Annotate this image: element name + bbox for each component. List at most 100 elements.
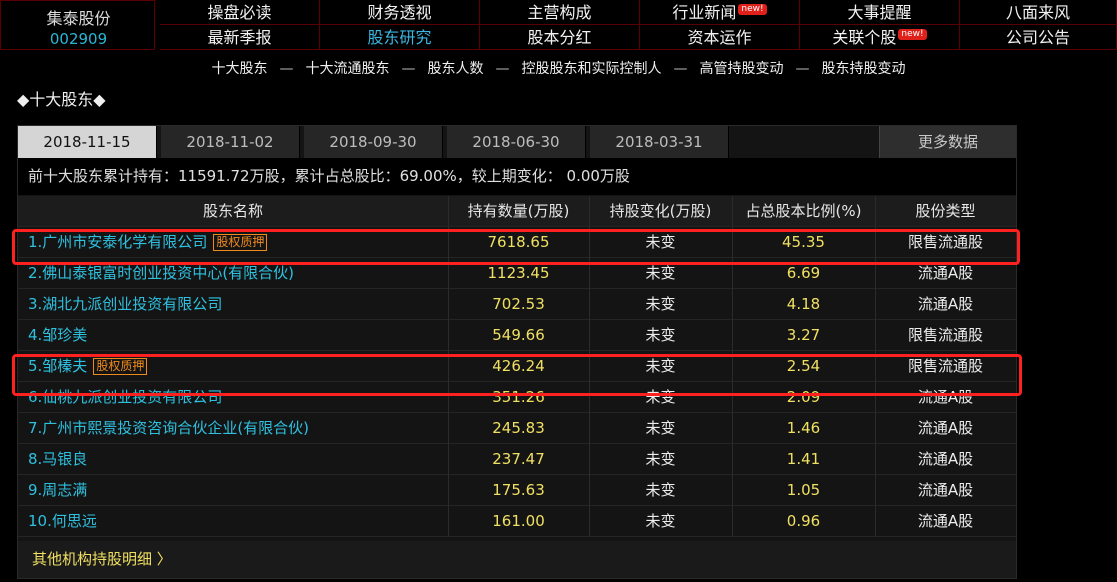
table-row: 9.周志满 175.63 未变 1.05 流通A股 <box>18 475 1016 506</box>
shareholder-name-text: 7.广州市熙景投资咨询合伙企业(有限合伙) <box>28 419 310 437</box>
shareholder-name-text: 8.马银良 <box>28 450 88 468</box>
nav-item-row2-1[interactable]: 股东研究 <box>320 25 480 50</box>
nav-item-label: 最新季报 <box>207 28 272 47</box>
nav-item-label: 操盘必读 <box>207 3 272 22</box>
tab-date-3[interactable]: 2018-06-30 <box>447 126 586 158</box>
share-type: 流通A股 <box>917 481 974 499</box>
other-institutions-link[interactable]: 其他机构持股明细 〉 <box>18 541 1016 578</box>
nav-item-row2-4[interactable]: 关联个股 new! <box>800 25 960 50</box>
sub-navigation: 十大股东 — 十大流通股东 — 股东人数 — 控股股东和实际控制人 — 高管持股变动 — 股东持股变… <box>0 58 1117 78</box>
subnav-link-5[interactable]: 股东持股变动 <box>822 61 906 77</box>
tab-date-2[interactable]: 2018-09-30 <box>304 126 443 158</box>
shareholder-name-text: 10.何思远 <box>28 512 97 530</box>
nav-item-row1-4[interactable]: 大事提醒 <box>800 0 960 25</box>
nav-item-row1-0[interactable]: 操盘必读 <box>160 0 320 25</box>
header-share-type: 股份类型 <box>915 202 976 220</box>
shareholding-percent: 1.46 <box>786 419 821 437</box>
shareholding-quantity: 175.63 <box>492 481 545 499</box>
tab-date-1[interactable]: 2018-11-02 <box>161 126 300 158</box>
nav-item-row1-1[interactable]: 财务透视 <box>320 0 480 25</box>
subnav-separator: — <box>401 61 416 77</box>
nav-item-row2-3[interactable]: 资本运作 <box>640 25 800 50</box>
nav-item-label: 行业新闻 <box>672 3 737 22</box>
table-row: 10.何思远 161.00 未变 0.96 流通A股 <box>18 506 1016 537</box>
nav-item-label: 财务透视 <box>367 3 432 22</box>
shareholding-change: 未变 <box>645 357 676 375</box>
stock-name[interactable]: 集泰股份 <box>1 5 156 29</box>
shareholder-name[interactable]: 9.周志满 <box>18 475 448 506</box>
share-type: 限售流通股 <box>907 357 983 375</box>
nav-item-label: 大事提醒 <box>847 3 912 22</box>
stock-code[interactable]: 002909 <box>1 30 156 48</box>
share-type: 流通A股 <box>917 388 974 406</box>
subnav-separator: — <box>495 61 510 77</box>
subnav-link-1[interactable]: 十大流通股东 <box>306 61 390 77</box>
nav-item-label: 公司公告 <box>1005 28 1070 47</box>
shareholder-name[interactable]: 8.马银良 <box>18 444 448 475</box>
share-type: 限售流通股 <box>907 326 983 344</box>
nav-item-row1-2[interactable]: 主营构成 <box>480 0 640 25</box>
table-row: 8.马银良 237.47 未变 1.41 流通A股 <box>18 444 1016 475</box>
shareholder-name[interactable]: 1.广州市安泰化学有限公司 股权质押 <box>18 227 448 258</box>
shareholder-name-text: 3.湖北九派创业投资有限公司 <box>28 295 223 313</box>
shareholding-percent: 45.35 <box>782 233 825 251</box>
shareholding-percent: 3.27 <box>786 326 821 344</box>
shareholder-name[interactable]: 5.邹榛夫 股权质押 <box>18 351 448 382</box>
shareholding-change: 未变 <box>645 512 676 530</box>
shareholding-change: 未变 <box>645 326 676 344</box>
shareholder-name-text: 2.佛山泰银富时创业投资中心(有限合伙) <box>28 264 295 282</box>
shareholder-name[interactable]: 3.湖北九派创业投资有限公司 <box>18 289 448 320</box>
more-data-button[interactable]: 更多数据 <box>879 126 1016 158</box>
share-type: 流通A股 <box>917 512 974 530</box>
nav-item-row2-2[interactable]: 股本分红 <box>480 25 640 50</box>
equity-pledge-badge[interactable]: 股权质押 <box>213 234 268 251</box>
nav-item-row2-0[interactable]: 最新季报 <box>160 25 320 50</box>
equity-pledge-badge[interactable]: 股权质押 <box>93 358 148 375</box>
shareholder-name[interactable]: 2.佛山泰银富时创业投资中心(有限合伙) <box>18 258 448 289</box>
nav-item-label: 八面来风 <box>1005 3 1070 22</box>
share-type: 流通A股 <box>917 264 974 282</box>
table-row: 4.邹珍美 549.66 未变 3.27 限售流通股 <box>18 320 1016 351</box>
nav-item-label: 主营构成 <box>527 3 592 22</box>
shareholder-name-text: 6.仙桃九派创业投资有限公司 <box>28 388 223 406</box>
shareholding-quantity: 702.53 <box>492 295 545 313</box>
shareholding-change: 未变 <box>645 264 676 282</box>
shareholding-quantity: 351.26 <box>492 388 545 406</box>
subnav-separator: — <box>673 61 688 77</box>
nav-item-label: 资本运作 <box>687 28 752 47</box>
subnav-link-2[interactable]: 股东人数 <box>428 61 484 77</box>
shareholder-name-text: 4.邹珍美 <box>28 326 88 344</box>
subnav-separator: — <box>795 61 810 77</box>
table-header-row: 股东名称 持有数量(万股) 持股变化(万股) 占总股本比例(%) 股份类型 <box>18 196 1016 227</box>
shareholder-name[interactable]: 6.仙桃九派创业投资有限公司 <box>18 382 448 413</box>
shareholding-percent: 6.69 <box>786 264 821 282</box>
tab-date-0[interactable]: 2018-11-15 <box>18 126 157 158</box>
tab-date-4[interactable]: 2018-03-31 <box>590 126 729 158</box>
shareholder-name[interactable]: 7.广州市熙景投资咨询合伙企业(有限合伙) <box>18 413 448 444</box>
shareholding-quantity: 426.24 <box>492 357 545 375</box>
header-shareholder-name: 股东名称 <box>202 202 263 220</box>
shareholder-name[interactable]: 4.邹珍美 <box>18 320 448 351</box>
share-type: 流通A股 <box>917 295 974 313</box>
top-navigation: 集泰股份 002909 操盘必读 财务透视 主营构成 行业新闻 new! 大事提醒 八面来风… <box>0 0 1117 53</box>
new-badge: new! <box>898 29 927 40</box>
shareholder-name-text: 1.广州市安泰化学有限公司 <box>28 233 208 251</box>
header-quantity: 持有数量(万股) <box>467 202 570 220</box>
section-title: ◆十大股东◆ <box>17 90 106 109</box>
subnav-link-0[interactable]: 十大股东 <box>212 61 268 77</box>
nav-item-row1-5[interactable]: 八面来风 <box>960 0 1117 25</box>
shareholding-change: 未变 <box>645 295 676 313</box>
table-row: 3.湖北九派创业投资有限公司 702.53 未变 4.18 流通A股 <box>18 289 1016 320</box>
shareholding-change: 未变 <box>645 450 676 468</box>
subnav-link-3[interactable]: 控股股东和实际控制人 <box>522 61 662 77</box>
shareholder-name[interactable]: 10.何思远 <box>18 506 448 537</box>
shareholding-quantity: 237.47 <box>492 450 545 468</box>
shareholding-percent: 1.41 <box>786 450 821 468</box>
table-row: 1.广州市安泰化学有限公司 股权质押 7618.65 未变 45.35 限售流通股 <box>18 227 1016 258</box>
nav-item-row1-3[interactable]: 行业新闻 new! <box>640 0 800 25</box>
header-change: 持股变化(万股) <box>609 202 712 220</box>
new-badge: new! <box>738 4 767 15</box>
subnav-link-4[interactable]: 高管持股变动 <box>700 61 784 77</box>
header-percent: 占总股本比例(%) <box>745 202 862 220</box>
nav-item-row2-5[interactable]: 公司公告 <box>960 25 1117 50</box>
